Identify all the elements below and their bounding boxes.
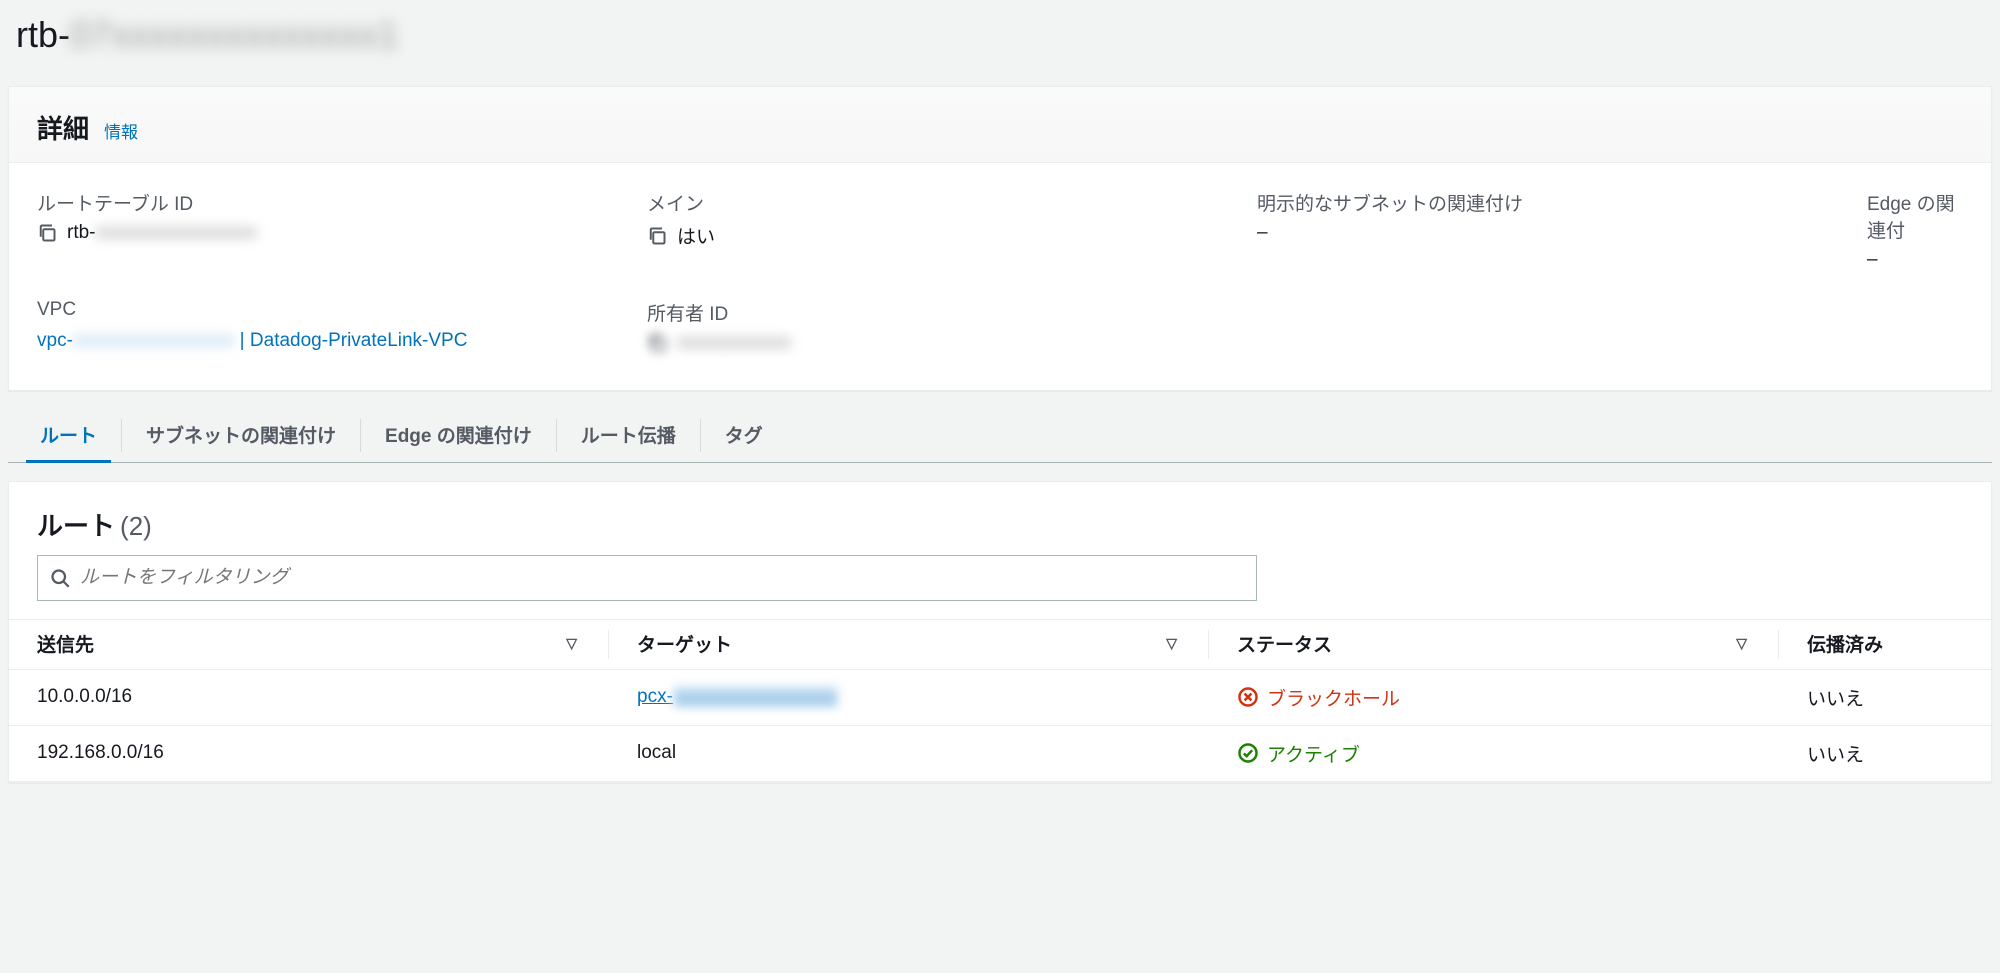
filter-icon[interactable]: ▽ xyxy=(1166,635,1177,652)
field-value-route-table-id: rtb-xxxxxxxxxxxxxxxxx xyxy=(37,222,647,244)
col-header-target[interactable]: ターゲット ▽ xyxy=(609,619,1209,669)
success-icon xyxy=(1237,742,1259,764)
routes-filter-wrap xyxy=(9,549,1991,619)
details-info-link[interactable]: 情報 xyxy=(104,123,138,142)
vpc-link[interactable]: vpc-xxxxxxxxxxxxxxxxx | Datadog-PrivateL… xyxy=(37,327,467,356)
tab-subnet-assoc[interactable]: サブネットの関連付け xyxy=(122,409,360,462)
col-header-propagated[interactable]: 伝播済み xyxy=(1779,619,1991,669)
routes-table: 送信先 ▽ ターゲット ▽ ステータス ▽ xyxy=(9,619,1991,782)
routes-panel: ルート (2) 送信先 ▽ xyxy=(8,481,1992,783)
details-title: 詳細 xyxy=(37,114,89,144)
routes-count: (2) xyxy=(120,511,152,541)
route-table-id-text: rtb-xxxxxxxxxxxxxxxxx xyxy=(67,222,257,244)
page-header: rtb-07xxxxxxxxxxxxxx1 xyxy=(0,0,2000,76)
copy-icon[interactable] xyxy=(37,223,57,243)
field-value-vpc: vpc-xxxxxxxxxxxxxxxxx | Datadog-PrivateL… xyxy=(37,327,647,356)
cell-target: local xyxy=(609,725,1209,781)
filter-icon[interactable]: ▽ xyxy=(1736,635,1747,652)
field-value-explicit-subnet: – xyxy=(1257,222,1867,244)
tab-list: ルート サブネットの関連付け Edge の関連付け ルート伝播 タグ xyxy=(16,409,1984,462)
field-vpc: VPC vpc-xxxxxxxxxxxxxxxxx | Datadog-Priv… xyxy=(37,299,647,356)
copy-icon[interactable] xyxy=(647,226,667,246)
cell-propagated: いいえ xyxy=(1779,725,1991,781)
field-label-vpc: VPC xyxy=(37,299,647,321)
cell-destination: 10.0.0.0/16 xyxy=(9,669,609,725)
filter-icon[interactable]: ▽ xyxy=(566,635,577,652)
table-row[interactable]: 10.0.0.0/16 pcx-xxxxxxxxxxxxxxxxx xyxy=(9,669,1991,725)
routes-panel-header: ルート (2) xyxy=(9,482,1991,549)
table-row[interactable]: 192.168.0.0/16 local アクティブ いいえ xyxy=(9,725,1991,781)
cell-status: ブラックホール xyxy=(1209,669,1779,725)
status-text: ブラックホール xyxy=(1267,684,1400,711)
status-badge: アクティブ xyxy=(1237,740,1765,767)
tab-tags[interactable]: タグ xyxy=(701,409,787,462)
cell-status: アクティブ xyxy=(1209,725,1779,781)
cell-destination: 192.168.0.0/16 xyxy=(9,725,609,781)
cell-propagated: いいえ xyxy=(1779,669,1991,725)
field-label-owner-id: 所有者 ID xyxy=(647,299,1257,326)
field-value-main: はい xyxy=(647,222,1257,249)
routes-filter-box[interactable] xyxy=(37,555,1257,601)
field-label-route-table-id: ルートテーブル ID xyxy=(37,189,647,216)
routes-filter-input[interactable] xyxy=(80,567,1244,589)
page-title-prefix: rtb- xyxy=(16,14,70,55)
search-icon xyxy=(50,568,70,588)
tab-routes[interactable]: ルート xyxy=(16,409,121,462)
field-label-edge-assoc: Edge の関連付 xyxy=(1867,189,1963,243)
details-panel: 詳細 情報 ルートテーブル ID rtb-xxxxxxxxxxxxxxxxx メ… xyxy=(8,86,1992,391)
field-route-table-id: ルートテーブル ID rtb-xxxxxxxxxxxxxxxxx xyxy=(37,189,647,271)
routes-table-header-row: 送信先 ▽ ターゲット ▽ ステータス ▽ xyxy=(9,619,1991,669)
field-owner-id: 所有者 ID xxxxxxxxxxxx xyxy=(647,299,1257,356)
field-value-owner-id: xxxxxxxxxxxx xyxy=(647,332,1257,354)
tab-route-propagation[interactable]: ルート伝播 xyxy=(557,409,700,462)
copy-icon[interactable] xyxy=(647,333,667,353)
field-value-edge-assoc: – xyxy=(1867,249,1963,271)
page-title-obscured: 07xxxxxxxxxxxxxx1 xyxy=(70,14,399,55)
field-main: メイン はい xyxy=(647,189,1257,271)
tab-bar: ルート サブネットの関連付け Edge の関連付け ルート伝播 タグ xyxy=(8,409,1992,463)
page-title: rtb-07xxxxxxxxxxxxxx1 xyxy=(16,14,1984,56)
owner-id-text: xxxxxxxxxxxx xyxy=(677,332,791,354)
field-label-explicit-subnet: 明示的なサブネットの関連付け xyxy=(1257,189,1867,216)
details-panel-header: 詳細 情報 xyxy=(9,87,1991,163)
cell-target: pcx-xxxxxxxxxxxxxxxxx xyxy=(609,669,1209,725)
field-edge-assoc: Edge の関連付 – xyxy=(1867,189,1963,271)
col-header-destination[interactable]: 送信先 ▽ xyxy=(9,619,609,669)
status-text: アクティブ xyxy=(1267,740,1360,767)
col-header-status[interactable]: ステータス ▽ xyxy=(1209,619,1779,669)
status-badge: ブラックホール xyxy=(1237,684,1765,711)
routes-title: ルート xyxy=(37,511,115,541)
field-label-main: メイン xyxy=(647,189,1257,216)
details-grid: ルートテーブル ID rtb-xxxxxxxxxxxxxxxxx メイン xyxy=(9,163,1991,390)
main-text: はい xyxy=(677,222,715,249)
field-explicit-subnet-assoc: 明示的なサブネットの関連付け – xyxy=(1257,189,1867,271)
target-link[interactable]: pcx-xxxxxxxxxxxxxxxxx xyxy=(637,686,838,707)
error-icon xyxy=(1237,686,1259,708)
tab-edge-assoc[interactable]: Edge の関連付け xyxy=(361,409,556,462)
